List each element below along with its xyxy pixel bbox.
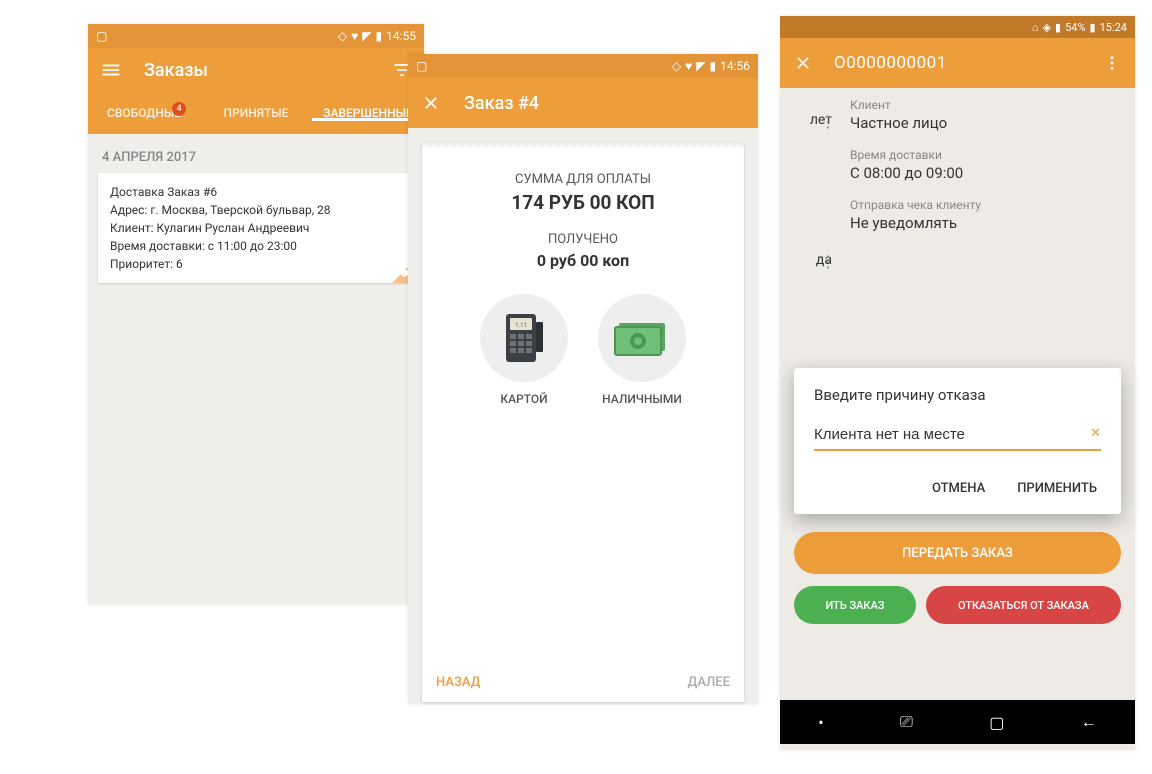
amount-value: 174 РУБ 00 КОП — [432, 191, 734, 214]
screen-payment: ▢ ◇ ♥ ◤ ▮ 14:56 Заказ #4 СУММА ДЛЯ ОПЛАТ… — [408, 54, 758, 704]
page-title: Заказ #4 — [464, 93, 539, 114]
receipt-value: Не уведомлять — [850, 214, 1121, 232]
reject-reason-dialog: Введите причину отказа ✕ ОТМЕНА ПРИМЕНИТ… — [794, 368, 1121, 514]
app-header: О0000000001 — [780, 38, 1135, 88]
vibrate-icon: ◇ — [672, 59, 681, 73]
nav-home-icon[interactable]: ▢ — [989, 713, 1004, 732]
reason-input[interactable] — [814, 422, 1101, 451]
card-time: Время доставки: с 11:00 до 23:00 — [110, 237, 402, 255]
status-time: 14:55 — [386, 29, 416, 43]
received-label: ПОЛУЧЕНО — [432, 232, 734, 247]
amount-label: СУММА ДЛЯ ОПЛАТЫ — [432, 172, 734, 187]
tab-label: СВОБОДНЫЕ — [107, 106, 181, 120]
battery-icon: ⌂ — [1032, 21, 1039, 34]
card-title: Доставка Заказ #6 — [110, 183, 402, 201]
signal-icon: ◤ — [362, 29, 371, 43]
app-header: Заказы СВОБОДНЫЕ 4 ПРИНЯТЫЕ ЗАВЕРШЕННЫЕ — [88, 48, 424, 134]
received-value: 0 руб 00 коп — [432, 251, 734, 270]
menu-icon[interactable] — [100, 59, 124, 81]
pay-card-button[interactable]: 1.11 КАРТОЙ — [480, 294, 568, 406]
screen-orders-list: ▢ ◇ ♥ ◤ ▮ 14:55 Заказы СВОБОДНЫЕ 4 ПРИНЯ… — [88, 24, 424, 604]
order-card[interactable]: Доставка Заказ #6 Адрес: г. Москва, Твер… — [98, 173, 414, 283]
order-number: О0000000001 — [834, 53, 1103, 73]
picture-icon: ▢ — [96, 29, 107, 43]
status-bar: ▢ ◇ ♥ ◤ ▮ 14:55 — [88, 24, 424, 48]
nav-dot-icon[interactable]: • — [818, 713, 823, 732]
pay-cash-label: НАЛИЧНЫМИ — [602, 392, 682, 406]
client-value: Частное лицо — [850, 114, 1121, 132]
svg-text:1.11: 1.11 — [515, 322, 527, 329]
tab-badge: 4 — [172, 102, 186, 116]
status-bar: ⌂ ◈ ▮ 54% ▮ 15:24 — [780, 16, 1135, 38]
android-navbar: • ⎚ ▢ ← — [780, 700, 1135, 744]
battery-pct: 54% — [1065, 21, 1085, 34]
signal-icon: ◤ — [696, 59, 705, 73]
pay-cash-button[interactable]: НАЛИЧНЫМИ — [598, 294, 686, 406]
apply-button[interactable]: ПРИМЕНИТЬ — [1013, 473, 1101, 504]
battery-bar-icon: ▮ — [1090, 21, 1096, 34]
receipt-label: Отправка чека клиенту — [850, 198, 1121, 212]
tab-accepted[interactable]: ПРИНЯТЫЕ — [200, 106, 312, 120]
cancel-button[interactable]: ОТМЕНА — [928, 473, 989, 504]
next-button[interactable]: ДАЛЕЕ — [688, 675, 730, 690]
cash-icon — [598, 294, 686, 382]
row-more-icon[interactable]: ⋮ — [820, 252, 836, 271]
delivery-value: С 08:00 до 09:00 — [850, 164, 1121, 182]
card-address: Адрес: г. Москва, Тверской бульвар, 28 — [110, 201, 402, 219]
reject-order-button[interactable]: ОТКАЗАТЬСЯ ОТ ЗАКАЗА — [926, 586, 1121, 624]
battery-icon: ▮ — [710, 59, 717, 73]
signal-icon: ▮ — [1055, 21, 1061, 34]
date-header: 4 АПРЕЛЯ 2017 — [88, 134, 424, 173]
transfer-order-button[interactable]: ПЕРЕДАТЬ ЗАКАЗ — [794, 532, 1121, 574]
wifi-icon: ♥ — [351, 29, 358, 43]
delivery-row: Время доставки С 08:00 до 09:00 — [850, 148, 1121, 182]
app-header: Заказ #4 — [408, 78, 758, 128]
wifi-icon: ◈ — [1043, 21, 1051, 34]
receipt-panel: СУММА ДЛЯ ОПЛАТЫ 174 РУБ 00 КОП ПОЛУЧЕНО… — [422, 142, 744, 702]
picture-icon: ▢ — [416, 59, 427, 73]
terminal-icon: 1.11 — [480, 294, 568, 382]
card-client: Клиент: Кулагин Руслан Андреевич — [110, 219, 402, 237]
row-more-icon[interactable]: ⋮ — [820, 112, 836, 131]
tab-free[interactable]: СВОБОДНЫЕ 4 — [88, 106, 200, 120]
more-icon[interactable] — [1103, 54, 1121, 72]
clear-icon[interactable]: ✕ — [1090, 426, 1101, 441]
status-bar: ▢ ◇ ♥ ◤ ▮ 14:56 — [408, 54, 758, 78]
tabs: СВОБОДНЫЕ 4 ПРИНЯТЫЕ ЗАВЕРШЕННЫЕ — [88, 92, 424, 134]
close-icon[interactable] — [422, 94, 442, 112]
back-button[interactable]: НАЗАД — [436, 675, 480, 690]
wifi-icon: ♥ — [685, 59, 692, 73]
card-priority: Приоритет: 6 — [110, 255, 402, 273]
status-time: 15:24 — [1100, 21, 1127, 34]
nav-recent-icon[interactable]: ⎚ — [900, 712, 913, 732]
dialog-title: Введите причину отказа — [814, 386, 1101, 404]
vibrate-icon: ◇ — [338, 29, 347, 43]
receipt-row: Отправка чека клиенту Не уведомлять — [850, 198, 1121, 232]
page-title: Заказы — [144, 60, 392, 81]
delivery-label: Время доставки — [850, 148, 1121, 162]
pay-card-label: КАРТОЙ — [500, 392, 547, 406]
close-icon[interactable] — [794, 54, 814, 72]
accept-order-button[interactable]: ИТЬ ЗАКАЗ — [794, 586, 916, 624]
client-label: Клиент — [850, 98, 1121, 112]
status-time: 14:56 — [720, 59, 750, 73]
nav-back-icon[interactable]: ← — [1081, 712, 1097, 732]
body: лет ⋮ Клиент Частное лицо Время доставки… — [780, 88, 1135, 700]
client-row: Клиент Частное лицо — [850, 98, 1121, 132]
battery-icon: ▮ — [376, 29, 383, 43]
screen-order-detail: ⌂ ◈ ▮ 54% ▮ 15:24 О0000000001 лет ⋮ Клие… — [780, 16, 1135, 750]
